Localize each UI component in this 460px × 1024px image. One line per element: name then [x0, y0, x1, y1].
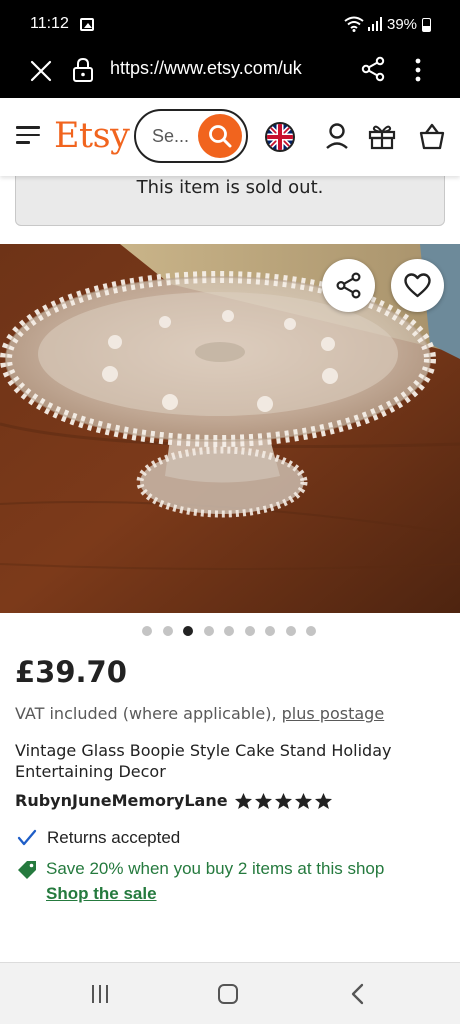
product-price: £39.70 — [15, 655, 127, 689]
battery-icon — [422, 18, 431, 32]
postage-link[interactable]: plus postage — [282, 704, 385, 723]
menu-icon[interactable] — [408, 56, 428, 84]
returns-row: Returns accepted — [17, 828, 180, 848]
vat-text: VAT included (where applicable), — [15, 704, 277, 723]
search-input[interactable]: Se... — [134, 109, 248, 163]
system-nav-bar — [0, 962, 460, 1024]
tag-icon — [18, 861, 36, 879]
wifi-icon — [344, 16, 364, 32]
browser-toolbar: https://www.etsy.com/uk — [0, 48, 460, 98]
product-photo — [0, 244, 460, 613]
etsy-logo[interactable]: Etsy — [54, 116, 130, 156]
carousel-dot[interactable] — [244, 626, 255, 636]
battery-percent: 39% — [387, 16, 418, 33]
back-icon[interactable] — [350, 983, 364, 1005]
heart-icon — [404, 273, 431, 298]
star-icon — [234, 792, 252, 809]
carousel-dot[interactable] — [285, 626, 296, 636]
carousel-dots[interactable] — [142, 626, 316, 638]
status-bar: 11:12 39% — [0, 0, 460, 48]
shop-name-link[interactable]: RubynJuneMemoryLane — [15, 791, 228, 810]
vat-note: VAT included (where applicable), plus po… — [15, 704, 384, 723]
recents-icon[interactable] — [90, 984, 110, 1004]
hamburger-icon[interactable] — [16, 126, 40, 146]
promo-row: Save 20% when you buy 2 items at this sh… — [17, 859, 384, 904]
url-bar[interactable]: https://www.etsy.com/uk — [110, 58, 302, 79]
star-icon — [314, 792, 332, 809]
site-header: Etsy Se... — [0, 98, 460, 176]
promo-text: Save 20% when you buy 2 items at this sh… — [46, 859, 385, 878]
bag-icon[interactable] — [419, 122, 445, 150]
product-image-carousel[interactable] — [0, 244, 460, 613]
rating-stars[interactable] — [234, 792, 333, 810]
carousel-dot[interactable] — [183, 626, 193, 636]
star-icon — [274, 792, 292, 809]
star-icon — [254, 792, 272, 809]
shop-row: RubynJuneMemoryLane — [15, 791, 333, 810]
gallery-icon — [80, 18, 94, 31]
share-icon — [336, 272, 361, 299]
gift-icon[interactable] — [368, 122, 396, 150]
carousel-dot[interactable] — [142, 626, 152, 636]
signal-icon — [368, 17, 382, 31]
carousel-dot[interactable] — [203, 626, 214, 636]
carousel-dot[interactable] — [265, 626, 275, 636]
share-icon[interactable] — [360, 56, 386, 82]
carousel-dot[interactable] — [306, 626, 316, 636]
search-placeholder: Se... — [152, 126, 190, 146]
lock-icon[interactable] — [72, 57, 94, 83]
status-time: 11:12 — [30, 15, 69, 32]
close-icon[interactable] — [28, 58, 54, 84]
carousel-dot[interactable] — [162, 626, 173, 636]
sold-out-text: This item is sold out. — [136, 177, 324, 198]
carousel-dot[interactable] — [224, 626, 234, 636]
home-icon[interactable] — [218, 984, 238, 1004]
search-icon — [209, 125, 232, 148]
favorite-button[interactable] — [391, 259, 444, 312]
check-icon — [17, 829, 37, 846]
search-button[interactable] — [198, 114, 242, 158]
returns-text: Returns accepted — [47, 828, 181, 847]
star-icon — [294, 792, 312, 809]
uk-flag-icon[interactable] — [265, 122, 295, 152]
product-title: Vintage Glass Boopie Style Cake Stand Ho… — [15, 741, 392, 781]
shop-the-sale-link[interactable]: Shop the sale — [46, 884, 384, 904]
user-icon[interactable] — [325, 122, 349, 150]
share-button[interactable] — [322, 259, 375, 312]
